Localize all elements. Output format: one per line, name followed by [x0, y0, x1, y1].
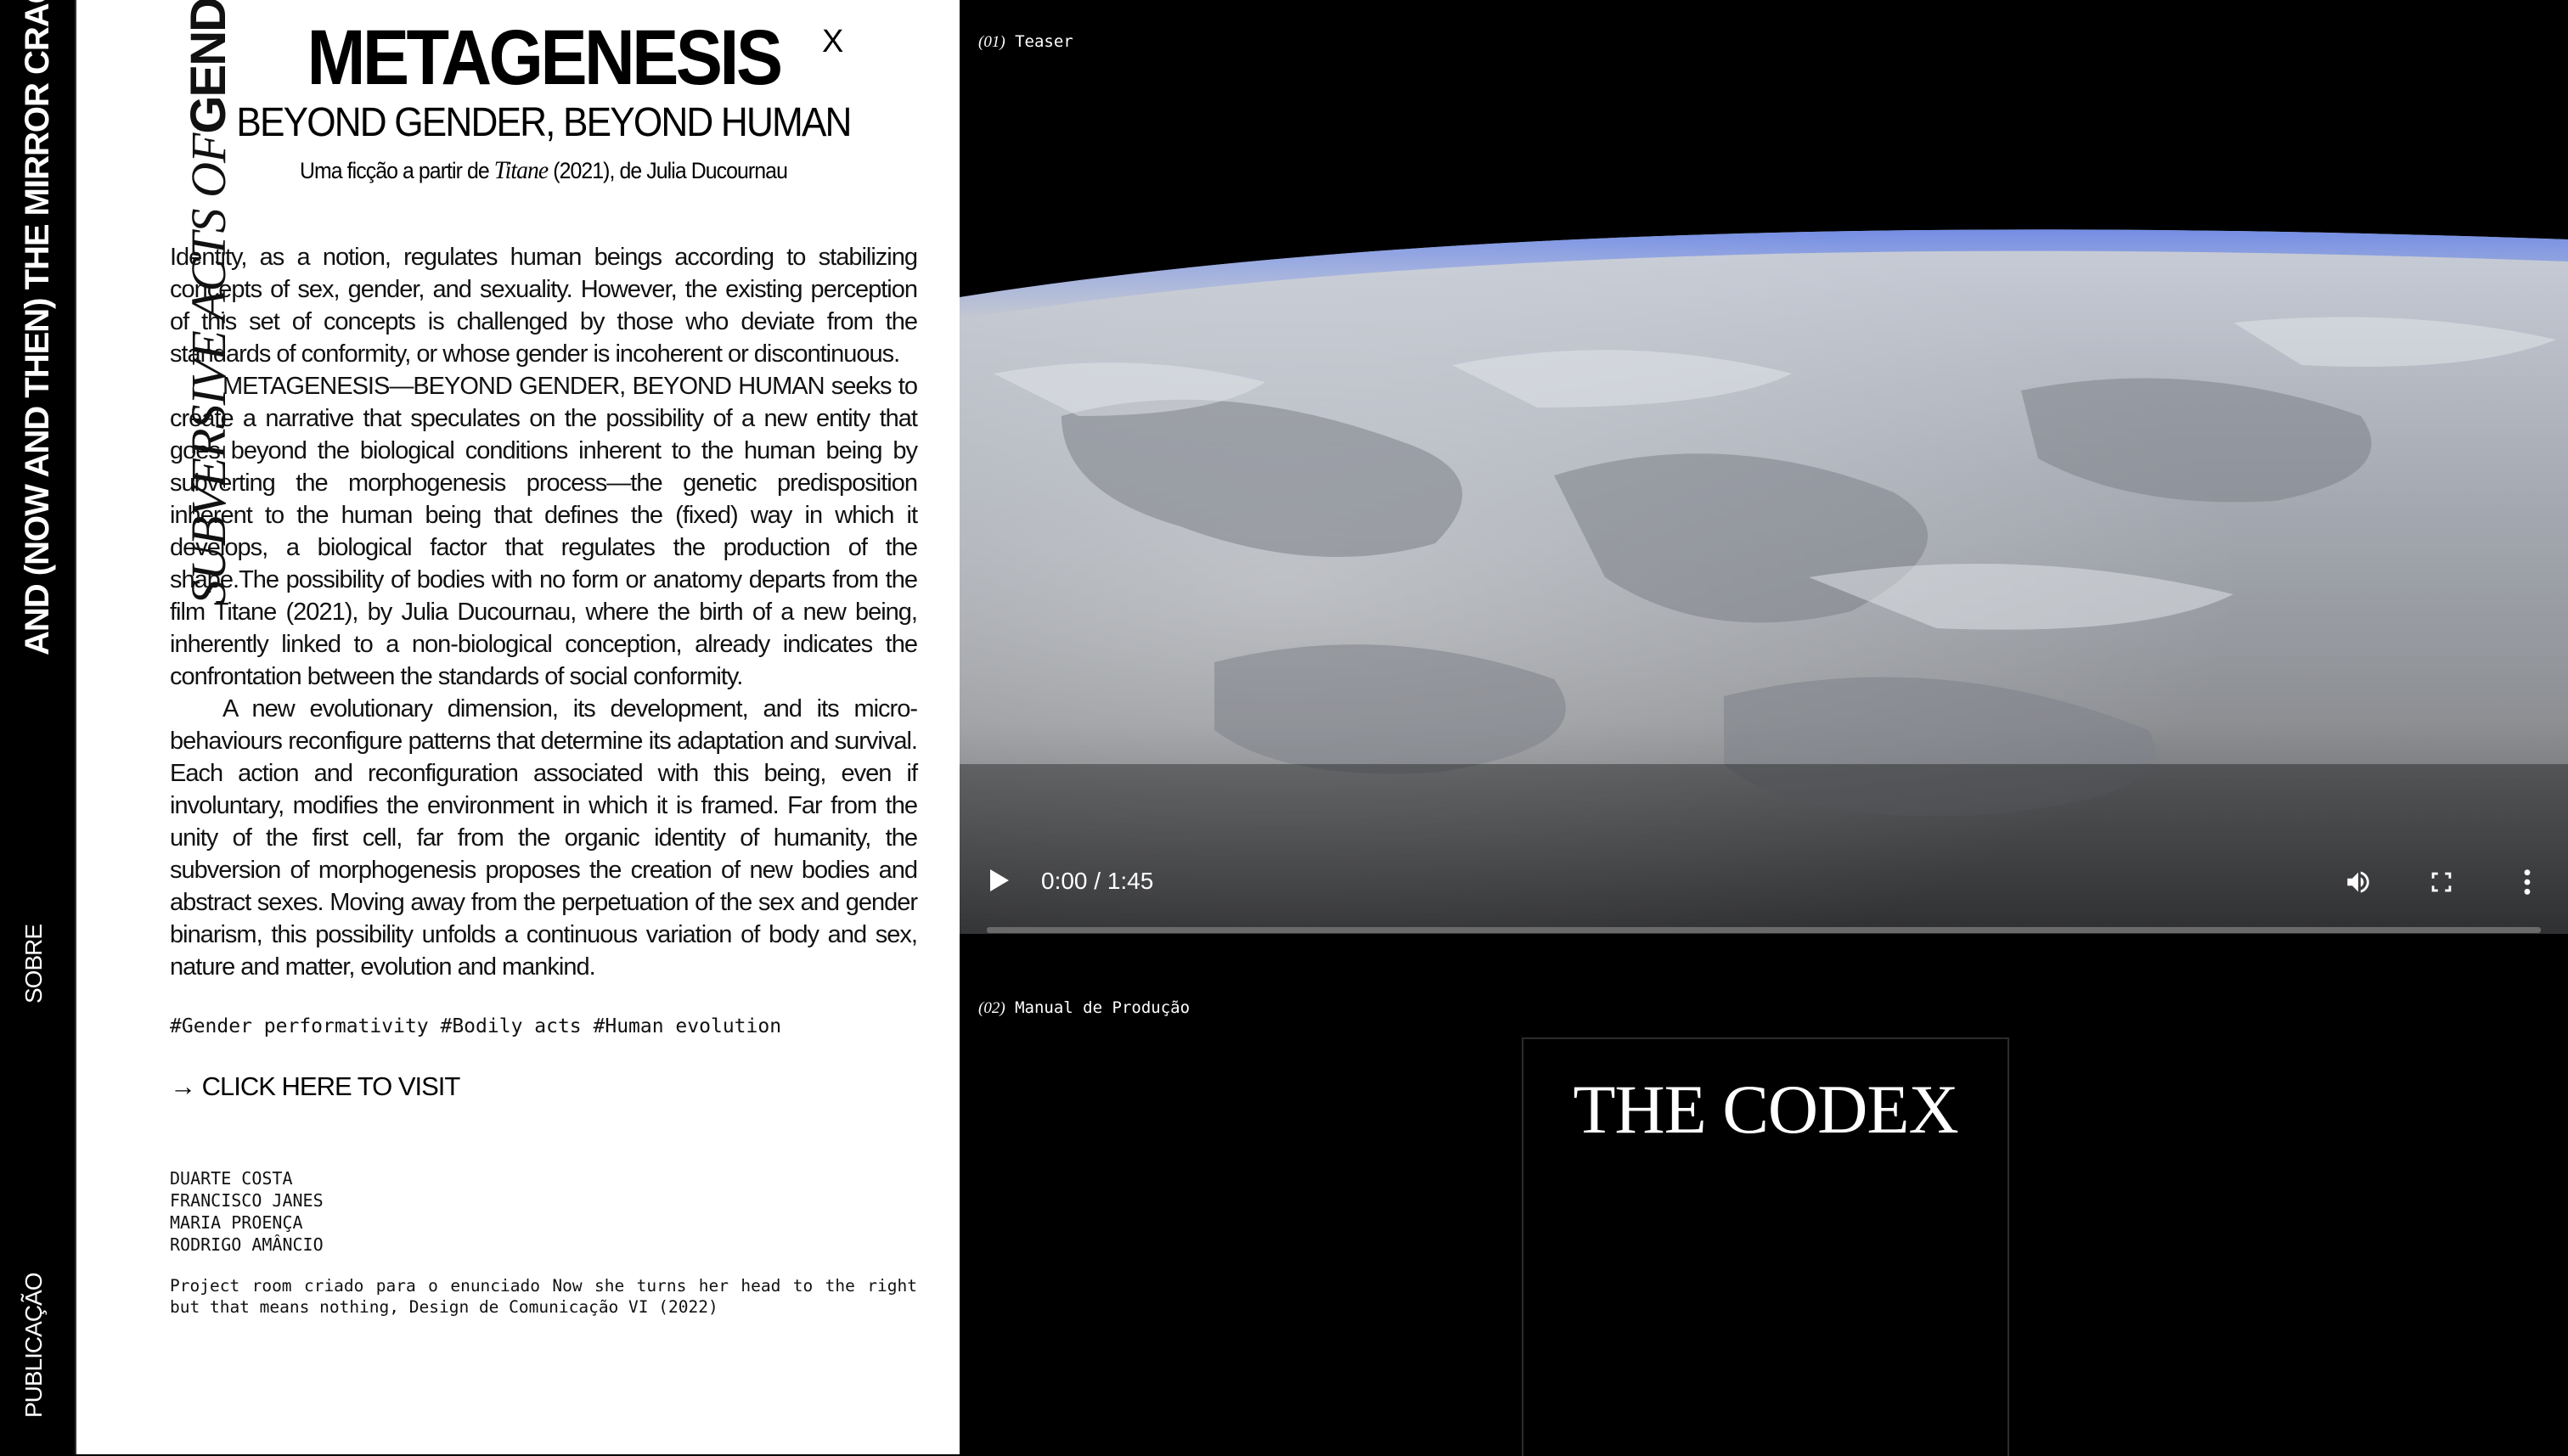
teaser-video[interactable] — [960, 221, 2568, 934]
fullscreen-icon[interactable] — [2427, 868, 2456, 897]
description-paragraph: METAGENESIS—BEYOND GENDER, BEYOND HUMAN … — [170, 373, 918, 690]
nav-link-sobre[interactable]: SOBRE — [20, 925, 48, 1003]
authors-list: DUARTE COSTA FRANCISCO JANES MARIA PROEN… — [170, 1167, 324, 1256]
sidebar-nav: AND (NOW AND THEN) THE MIRROR CRACKED SO… — [0, 0, 76, 1454]
manual-label: (02) Manual de Produção — [978, 998, 1190, 1018]
project-header: METAGENESIS BEYOND GENDER, BEYOND HUMAN … — [170, 15, 917, 185]
author-name: RODRIGO AMÂNCIO — [170, 1234, 324, 1255]
manual-label-text: Manual de Produção — [1015, 998, 1191, 1017]
teaser-number: (01) — [978, 33, 1005, 51]
project-title: METAGENESIS — [307, 14, 784, 101]
credit-prefix: Uma ficção a partir de — [300, 158, 490, 183]
codex-title: THE CODEX — [1573, 1071, 1958, 1148]
project-tags: #Gender performativity #Bodily acts #Hum… — [170, 1015, 782, 1037]
volume-icon[interactable] — [2344, 868, 2373, 897]
video-controls: 0:00 / 1:45 — [960, 857, 2568, 938]
credit-suffix: (2021), de Julia Ducournau — [553, 158, 788, 183]
teaser-label-text: Teaser — [1015, 32, 1073, 51]
video-frame-earth — [960, 229, 2568, 934]
more-options-icon[interactable] — [2520, 868, 2534, 897]
project-credit: Uma ficção a partir de Titane (2021), de… — [200, 156, 887, 185]
visit-link[interactable]: → CLICK HERE TO VISIT — [170, 1071, 460, 1102]
video-progress-bar[interactable] — [987, 927, 2541, 933]
project-subtitle: BEYOND GENDER, BEYOND HUMAN — [236, 100, 852, 145]
codex-preview[interactable]: THE CODEX — [1522, 1037, 2009, 1456]
site-title[interactable]: AND (NOW AND THEN) THE MIRROR CRACKED — [19, 0, 57, 655]
project-description: Identity, as a notion, regulates human b… — [170, 241, 918, 983]
manual-number: (02) — [978, 999, 1005, 1017]
credit-film: Titane — [493, 156, 549, 184]
nav-link-publicacao[interactable]: PUBLICAÇÃO — [20, 1273, 48, 1419]
description-paragraph: A new evolutionary dimension, its develo… — [170, 695, 918, 981]
play-icon[interactable] — [990, 869, 1009, 891]
video-time: 0:00 / 1:45 — [1041, 868, 1154, 894]
author-name: FRANCISCO JANES — [170, 1190, 324, 1211]
project-footnote: Project room criado para o enunciado Now… — [170, 1276, 917, 1317]
teaser-label: (01) Teaser — [978, 32, 1073, 52]
description-paragraph: Identity, as a notion, regulates human b… — [170, 244, 918, 368]
author-name: MARIA PROENÇA — [170, 1212, 303, 1233]
author-name: DUARTE COSTA — [170, 1168, 293, 1189]
